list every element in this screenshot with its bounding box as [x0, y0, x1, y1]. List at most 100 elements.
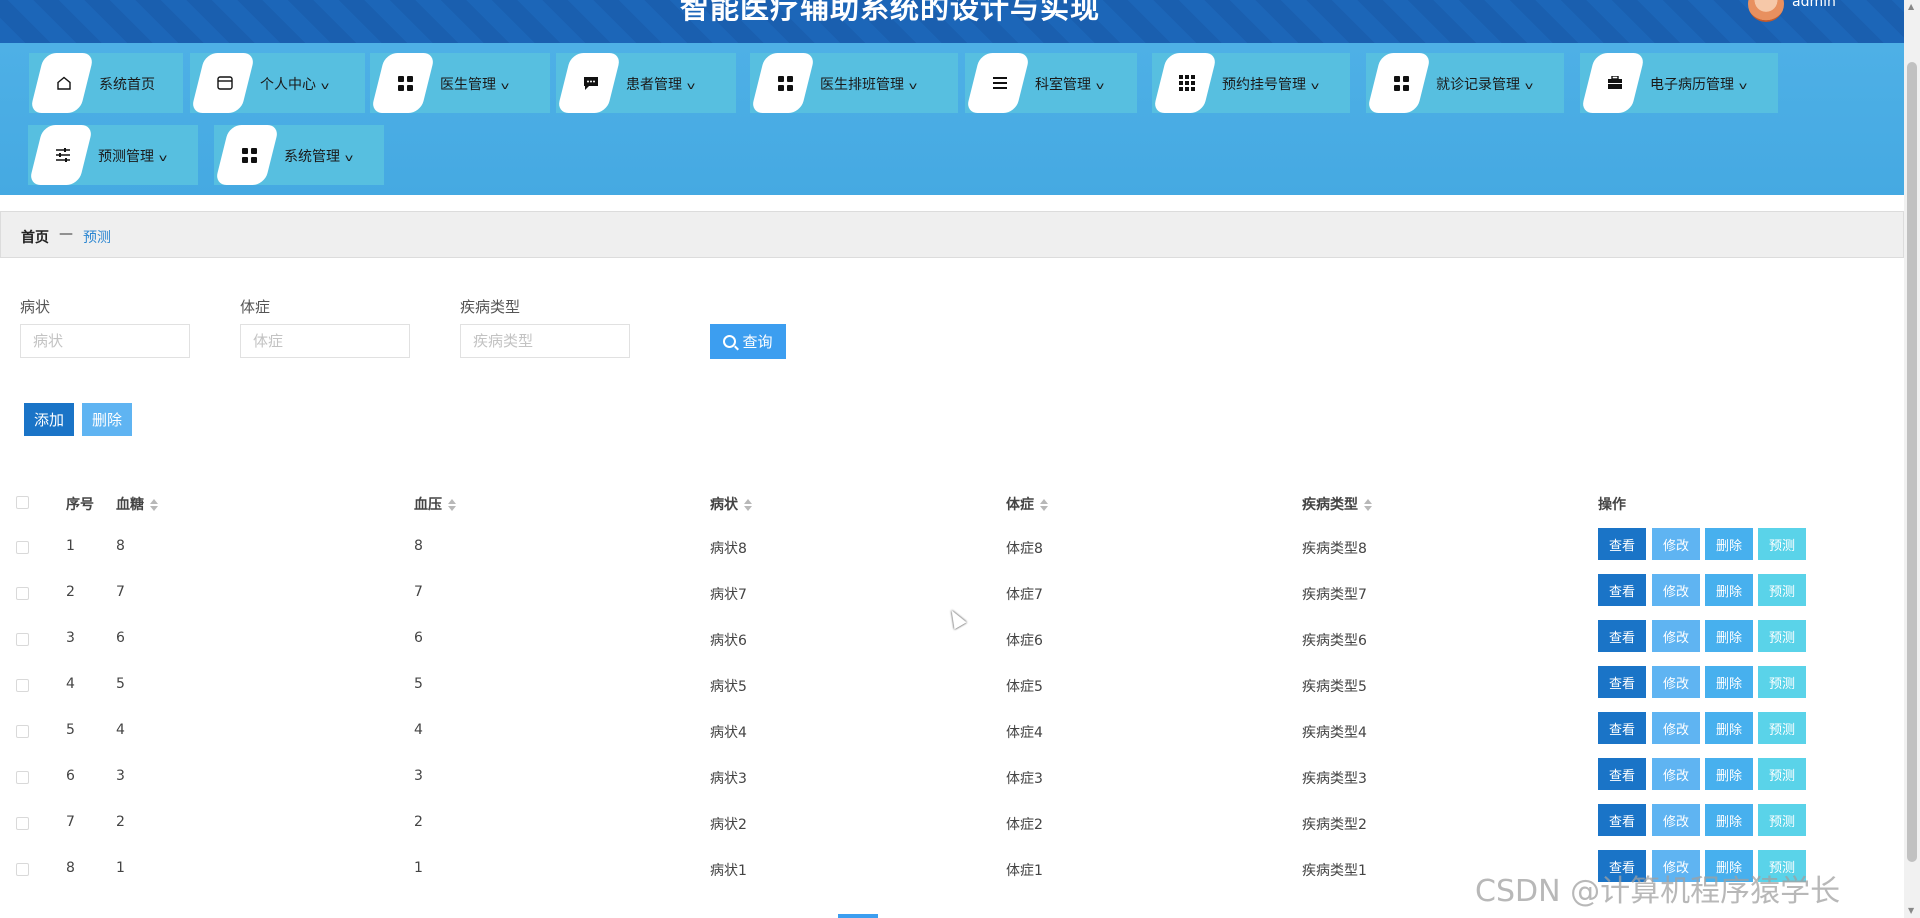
cell-blood-sugar: 5: [116, 676, 125, 692]
cell-blood-pressure: 8: [414, 538, 423, 554]
cell-blood-pressure: 7: [414, 584, 423, 600]
add-button[interactable]: 添加: [24, 403, 74, 436]
chevron-down-icon: v: [1095, 81, 1105, 92]
view-button[interactable]: 查看: [1598, 574, 1646, 606]
avatar[interactable]: [1748, 0, 1784, 22]
delete-button[interactable]: 删除: [1705, 666, 1753, 698]
symptom-input[interactable]: [20, 324, 190, 358]
nav-item-department-management[interactable]: 科室管理 v: [965, 53, 1137, 113]
row-checkbox[interactable]: [16, 541, 29, 554]
cell-blood-pressure: 5: [414, 676, 423, 692]
mouse-cursor-icon: [945, 606, 967, 630]
predict-button[interactable]: 预测: [1758, 574, 1806, 606]
watermark: CSDN @计算机程序猿学长: [1475, 874, 1841, 909]
cell-disease-type: 疾病类型5: [1302, 679, 1367, 695]
row-checkbox[interactable]: [16, 817, 29, 830]
row-checkbox[interactable]: [16, 725, 29, 738]
nav-item-appointment-management[interactable]: 预约挂号管理 v: [1152, 53, 1350, 113]
sort-icon[interactable]: [744, 499, 752, 511]
scroll-up-arrow-icon[interactable]: ▲: [1908, 2, 1914, 11]
nav-item-home[interactable]: 系统首页: [29, 53, 183, 113]
view-button[interactable]: 查看: [1598, 528, 1646, 560]
edit-button[interactable]: 修改: [1652, 574, 1700, 606]
select-all-checkbox[interactable]: [16, 496, 29, 509]
delete-button[interactable]: 删除: [1705, 620, 1753, 652]
symptom-label: 病状: [20, 298, 51, 316]
cell-disease-type: 疾病类型2: [1302, 817, 1367, 833]
predict-button[interactable]: 预测: [1758, 758, 1806, 790]
column-header-blood-sugar[interactable]: 血糖: [116, 494, 158, 514]
cell-symptom: 病状7: [710, 587, 747, 603]
disease-type-input[interactable]: [460, 324, 630, 358]
batch-delete-button[interactable]: 删除: [82, 403, 132, 436]
delete-button[interactable]: 删除: [1705, 528, 1753, 560]
scrollbar-thumb[interactable]: [1907, 62, 1917, 862]
breadcrumb-home[interactable]: 首页: [21, 227, 49, 247]
edit-button[interactable]: 修改: [1652, 804, 1700, 836]
grid-icon: [396, 74, 414, 92]
row-checkbox[interactable]: [16, 587, 29, 600]
column-header-sign[interactable]: 体症: [1006, 494, 1048, 514]
row-checkbox[interactable]: [16, 771, 29, 784]
briefcase-icon: [1606, 74, 1624, 92]
nav-item-label: 就诊记录管理 v: [1436, 77, 1534, 93]
column-header-symptom[interactable]: 病状: [710, 494, 752, 514]
delete-button[interactable]: 删除: [1705, 712, 1753, 744]
username[interactable]: admin: [1792, 0, 1836, 10]
edit-button[interactable]: 修改: [1652, 528, 1700, 560]
nav-item-doctor-schedule[interactable]: 医生排班管理 v: [750, 53, 958, 113]
sort-icon[interactable]: [1040, 499, 1048, 511]
view-button[interactable]: 查看: [1598, 758, 1646, 790]
edit-button[interactable]: 修改: [1652, 712, 1700, 744]
nav-item-patient-management[interactable]: 患者管理 v: [556, 53, 736, 113]
row-checkbox[interactable]: [16, 863, 29, 876]
nav-item-doctor-management[interactable]: 医生管理 v: [370, 53, 550, 113]
cell-index: 5: [66, 722, 75, 738]
chevron-down-icon: v: [686, 81, 696, 92]
predict-button[interactable]: 预测: [1758, 528, 1806, 560]
breadcrumb-current: 预测: [83, 230, 111, 246]
column-header-disease-type[interactable]: 疾病类型: [1302, 494, 1372, 514]
cell-symptom: 病状6: [710, 633, 747, 649]
edit-button[interactable]: 修改: [1652, 666, 1700, 698]
cell-index: 1: [66, 538, 75, 554]
edit-button[interactable]: 修改: [1652, 620, 1700, 652]
apps-icon: [1178, 74, 1196, 92]
nav-item-prediction-management[interactable]: 预测管理 v: [28, 125, 198, 185]
predict-button[interactable]: 预测: [1758, 712, 1806, 744]
predict-button[interactable]: 预测: [1758, 620, 1806, 652]
predict-button[interactable]: 预测: [1758, 804, 1806, 836]
nav-item-medical-records[interactable]: 电子病历管理 v: [1580, 53, 1778, 113]
delete-button[interactable]: 删除: [1705, 758, 1753, 790]
pagination-current[interactable]: [838, 914, 878, 918]
sort-icon[interactable]: [1364, 499, 1372, 511]
sort-icon[interactable]: [448, 499, 456, 511]
chevron-down-icon: v: [908, 81, 918, 92]
query-button[interactable]: 查询: [710, 324, 786, 359]
row-checkbox[interactable]: [16, 633, 29, 646]
view-button[interactable]: 查看: [1598, 804, 1646, 836]
main-nav: 系统首页 个人中心 v 医生管理 v 患者管理 v 医生排班管理 v 科室管理 …: [0, 43, 1904, 195]
cell-blood-pressure: 4: [414, 722, 423, 738]
cell-blood-sugar: 4: [116, 722, 125, 738]
cell-index: 3: [66, 630, 75, 646]
nav-item-visit-records[interactable]: 就诊记录管理 v: [1366, 53, 1564, 113]
sign-input[interactable]: [240, 324, 410, 358]
view-button[interactable]: 查看: [1598, 620, 1646, 652]
chevron-down-icon: v: [158, 153, 168, 164]
nav-item-label: 患者管理 v: [626, 77, 696, 93]
nav-item-label: 医生管理 v: [440, 77, 510, 93]
column-header-blood-pressure[interactable]: 血压: [414, 494, 456, 514]
view-button[interactable]: 查看: [1598, 712, 1646, 744]
cell-blood-sugar: 8: [116, 538, 125, 554]
sort-icon[interactable]: [150, 499, 158, 511]
nav-item-personal-center[interactable]: 个人中心 v: [190, 53, 365, 113]
row-checkbox[interactable]: [16, 679, 29, 692]
edit-button[interactable]: 修改: [1652, 758, 1700, 790]
delete-button[interactable]: 删除: [1705, 804, 1753, 836]
view-button[interactable]: 查看: [1598, 666, 1646, 698]
predict-button[interactable]: 预测: [1758, 666, 1806, 698]
scroll-down-arrow-icon[interactable]: ▼: [1908, 906, 1914, 915]
nav-item-system-management[interactable]: 系统管理 v: [214, 125, 384, 185]
delete-button[interactable]: 删除: [1705, 574, 1753, 606]
